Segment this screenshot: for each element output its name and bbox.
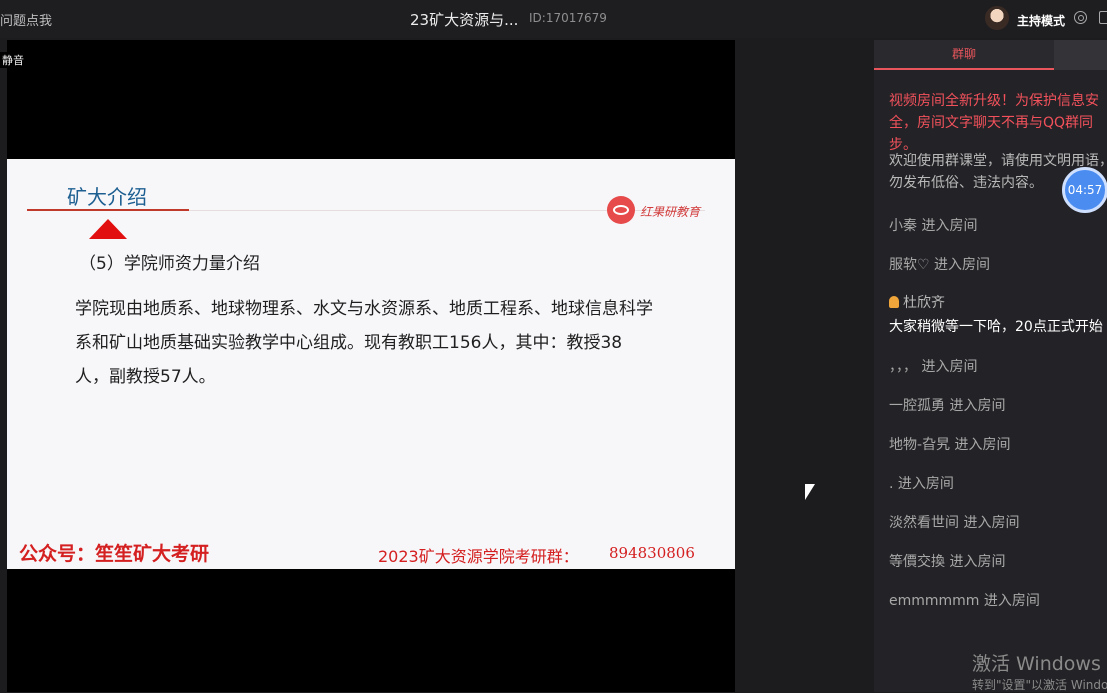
footer-group-number: 894830806 — [609, 544, 695, 562]
top-bar: 问题点我 23矿大资源与... ID:17017679 主持模式 — [0, 0, 1107, 38]
chat-panel: 群聊 视频房间全新升级！为保护信息安全，房间文字聊天不再与QQ群同步。 欢迎使用… — [874, 40, 1107, 692]
chat-message: emmmmmm 进入房间 — [889, 593, 1040, 609]
settings-gear-icon[interactable] — [1074, 11, 1087, 24]
host-name: 杜欣齐 — [889, 292, 945, 312]
host-mode-button[interactable]: 主持模式 — [1017, 12, 1065, 29]
chat-message: 服软♡ 进入房间 — [889, 257, 991, 273]
chat-message: ，，， 进入房间 — [889, 359, 978, 375]
chat-message: 小秦 进入房间 — [889, 218, 978, 234]
host-badge-icon — [889, 296, 899, 308]
room-title: 23矿大资源与... — [410, 11, 519, 29]
chat-message: 等價交換 进入房间 — [889, 554, 1006, 570]
chat-message: 淡然看世间 进入房间 — [889, 515, 1020, 531]
cherry-logo-icon — [607, 196, 635, 224]
chat-message: 地物-旮旯 进入房间 — [889, 437, 1011, 453]
slide-title: 矿大介绍 — [67, 185, 147, 209]
tab-other[interactable] — [1054, 40, 1107, 70]
activate-windows-hint: 转到"设置"以激活 Windows。 — [972, 678, 1107, 692]
host-name-text: 杜欣齐 — [903, 295, 945, 311]
ask-question-link[interactable]: 问题点我 — [0, 10, 52, 29]
countdown-timer[interactable]: 04:57 — [1062, 167, 1107, 213]
logo-text: 红果研教育 — [640, 205, 701, 219]
chat-tab-bar: 群聊 — [874, 40, 1107, 70]
exit-icon[interactable] — [1099, 11, 1107, 24]
room-id: ID:17017679 — [529, 11, 607, 25]
slide-body-text: 学院现由地质系、地球物理系、水文与水资源系、地质工程系、地球信息科学系和矿山地质… — [75, 299, 653, 387]
red-triangle-icon — [89, 219, 127, 239]
footer-group-label: 2023矿大资源学院考研群： — [378, 547, 579, 566]
user-avatar[interactable] — [985, 6, 1009, 30]
title-underline — [27, 209, 189, 211]
footer-wechat: 公众号：笙笙矿大考研 — [19, 543, 210, 565]
mouse-cursor-icon — [805, 484, 815, 500]
tab-group-chat[interactable]: 群聊 — [874, 40, 1054, 70]
presentation-slide: 矿大介绍 红果研教育 （5）学院师资力量介绍 学院现由地质系、地球物理系、水文与… — [7, 159, 735, 569]
mute-tag[interactable]: 静音 — [0, 52, 26, 68]
host-message: 大家稍微等一下哈，20点正式开始 — [889, 319, 1103, 335]
chat-message: 一腔孤勇 进入房间 — [889, 398, 1006, 414]
system-notice: 视频房间全新升级！为保护信息安全，房间文字聊天不再与QQ群同步。 — [889, 93, 1099, 153]
activate-windows-watermark: 激活 Windows — [972, 653, 1101, 675]
chat-message: . 进入房间 — [889, 476, 954, 492]
section-heading: （5）学院师资力量介绍 — [79, 254, 260, 274]
